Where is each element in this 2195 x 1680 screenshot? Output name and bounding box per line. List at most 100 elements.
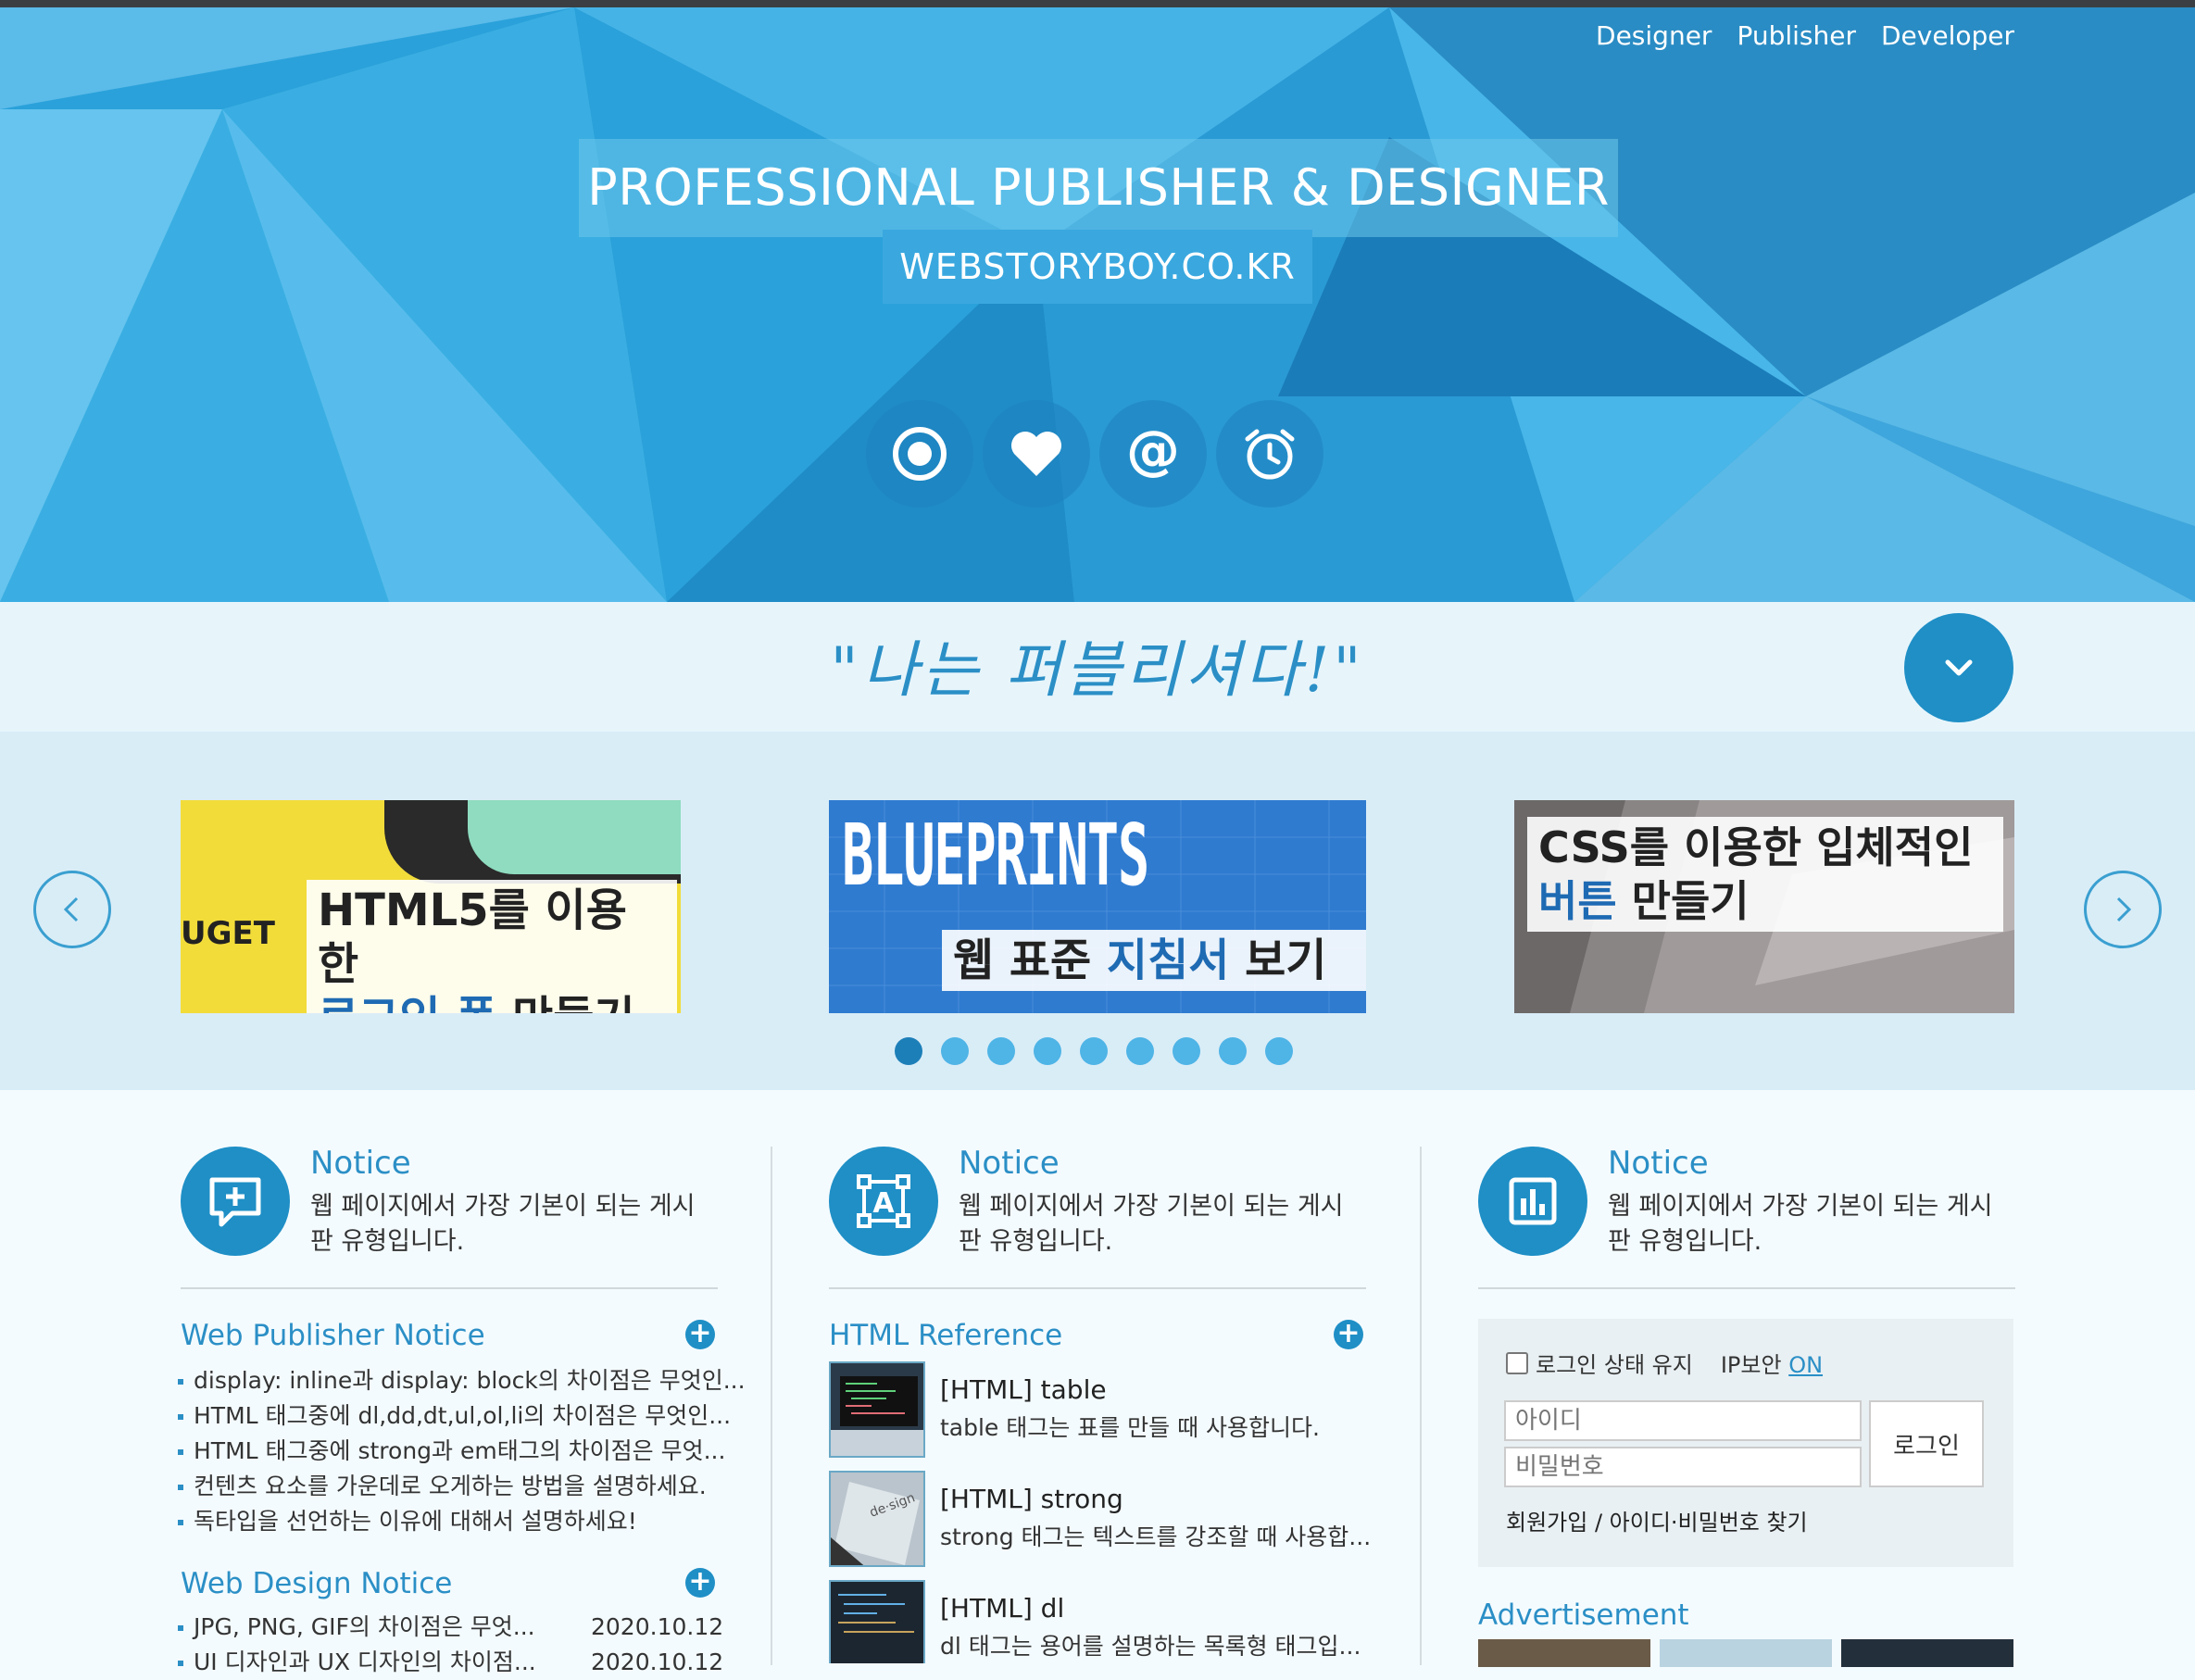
text-select-icon: A — [829, 1147, 938, 1256]
slide-blueprints[interactable]: BLUEPRINTS 웹 표준 지침서 보기 — [829, 800, 1366, 1013]
reference-description: strong 태그는 텍스트를 강조할 때 사용합... — [940, 1523, 1372, 1550]
list-item-date: 2020.10.12 — [591, 1613, 724, 1640]
column-divider — [771, 1147, 772, 1665]
login-box: 로그인 상태 유지 IP보안 ON 로그인 회원가입 / 아이디·비밀번호 찾기 — [1478, 1319, 2013, 1567]
ip-security-label: IP보안 — [1720, 1352, 1782, 1378]
slide-caption: HTML5를 이용한 로그인 폼 만들기 — [307, 880, 677, 1013]
at-icon[interactable]: @ — [1099, 400, 1207, 508]
reference-title: [HTML] table — [940, 1374, 1107, 1405]
column-description: 웹 페이지에서 가장 기본이 되는 게시판 유형입니다. — [310, 1192, 696, 1256]
slide-brand: BLUEPRINTS — [842, 806, 1149, 905]
list-item[interactable]: 컨텐츠 요소를 가운데로 오게하는 방법을 설명하세요. — [178, 1469, 746, 1504]
slogan-text: "나는 퍼블리셔다!" — [830, 634, 1365, 706]
reference-thumbnail — [829, 1580, 925, 1663]
reference-description: table 태그는 표를 만들 때 사용합니다. — [940, 1414, 1320, 1441]
carousel-dot[interactable] — [1219, 1037, 1247, 1065]
carousel-pagination — [895, 1037, 1293, 1065]
html-reference-more-button[interactable]: + — [1334, 1320, 1363, 1349]
slide-caption: 웹 표준 지침서 보기 — [942, 930, 1366, 991]
hero-title: PROFESSIONAL PUBLISHER & DESIGNER — [579, 139, 1618, 237]
reference-title: [HTML] strong — [940, 1484, 1123, 1514]
column-description: 웹 페이지에서 가장 기본이 되는 게시판 유형입니다. — [959, 1192, 1344, 1256]
login-button[interactable]: 로그인 — [1869, 1400, 1984, 1487]
slide-caption-line2: 로그인 폼 만들기 — [318, 991, 666, 1013]
web-design-notice-list: JPG, PNG, GIF의 차이점은 무엇... 2020.10.12 UI 디… — [178, 1610, 723, 1680]
reference-title: [HTML] dl — [940, 1593, 1065, 1624]
list-item[interactable]: UI 디자인과 UX 디자인의 차이점... 2020.10.12 — [178, 1645, 723, 1680]
login-options: 로그인 상태 유지 IP보안 ON — [1506, 1347, 1823, 1379]
list-item[interactable]: HTML 태그중에 strong과 em태그의 차이점은 무엇... — [178, 1434, 746, 1469]
slide-caption-line2: 버튼 만들기 — [1538, 874, 1992, 928]
html-reference-list: [HTML] table table 태그는 표를 만들 때 사용합니다. de… — [829, 1361, 1375, 1663]
slide-caption-rest: 만들기 — [496, 992, 635, 1013]
carousel-dot[interactable] — [1126, 1037, 1154, 1065]
slide-html5-login[interactable]: UGET HTML5를 이용한 로그인 폼 만들기 — [181, 800, 681, 1013]
carousel-next-button[interactable] — [2084, 871, 2162, 948]
carousel-dot[interactable] — [941, 1037, 969, 1065]
carousel-dot[interactable] — [1265, 1037, 1293, 1065]
slide-caption-rest: 만들기 — [1616, 876, 1750, 926]
keep-login-checkbox[interactable] — [1506, 1351, 1528, 1374]
nav-designer[interactable]: Designer — [1596, 20, 1712, 51]
slide-caption-a: 웹 표준 — [953, 934, 1107, 986]
chevron-right-icon — [2116, 896, 2132, 922]
slide-brand: UGET — [181, 915, 275, 952]
reference-thumbnail — [829, 1361, 925, 1458]
list-item[interactable]: display: inline과 display: block의 차이점은 무엇… — [178, 1363, 746, 1398]
nav-developer[interactable]: Developer — [1881, 20, 2014, 51]
list-item-text: UI 디자인과 UX 디자인의 차이점... — [194, 1649, 536, 1675]
carousel-dot[interactable] — [1173, 1037, 1200, 1065]
chevron-down-icon — [1945, 659, 1973, 676]
reference-item[interactable]: [HTML] table table 태그는 표를 만들 때 사용합니다. — [829, 1361, 1375, 1458]
add-comment-icon — [181, 1147, 290, 1256]
carousel-dot[interactable] — [1080, 1037, 1108, 1065]
alarm-clock-icon[interactable] — [1216, 400, 1323, 508]
reference-item[interactable]: [HTML] dl dl 태그는 용어를 설명하는 목록형 태그입... — [829, 1580, 1375, 1663]
hero-icon-row: @ — [866, 400, 1323, 508]
html-reference-title[interactable]: HTML Reference — [829, 1319, 1062, 1352]
web-publisher-notice-title[interactable]: Web Publisher Notice — [181, 1319, 485, 1352]
column-title: Notice — [310, 1145, 411, 1182]
slide-css-buttons[interactable]: CSS를 이용한 입체적인 버튼 만들기 — [1514, 800, 2014, 1013]
carousel-prev-button[interactable] — [33, 871, 111, 948]
list-item[interactable]: HTML 태그중에 dl,dd,dt,ul,ol,li의 차이점은 무엇인... — [178, 1398, 746, 1434]
slide-caption: CSS를 이용한 입체적인 버튼 만들기 — [1527, 817, 2003, 932]
top-navigation: Designer Publisher Developer — [1596, 20, 2014, 51]
column-title: Notice — [1608, 1145, 1709, 1182]
list-item-date: 2020.10.12 — [591, 1649, 724, 1675]
record-icon[interactable] — [866, 400, 973, 508]
slide-caption-line1: CSS를 이용한 입체적인 — [1538, 822, 1974, 872]
reference-item[interactable]: de·sign [HTML] strong strong 태그는 텍스트를 강조… — [829, 1471, 1375, 1567]
reference-description: dl 태그는 용어를 설명하는 목록형 태그입... — [940, 1633, 1361, 1660]
heart-icon[interactable] — [983, 400, 1090, 508]
divider — [829, 1287, 1366, 1289]
user-id-input[interactable] — [1504, 1400, 1862, 1441]
advertisement-title: Advertisement — [1478, 1599, 1689, 1632]
chevron-left-icon — [63, 896, 79, 922]
slide-caption-highlight: 로그인 폼 — [318, 992, 496, 1013]
svg-text:A: A — [872, 1187, 895, 1220]
list-item[interactable]: 독타입을 선언하는 이유에 대해서 설명하세요! — [178, 1504, 746, 1539]
svg-text:@: @ — [1126, 424, 1180, 482]
hero-banner: Designer Publisher Developer — [0, 7, 2195, 602]
carousel-dot[interactable] — [1034, 1037, 1061, 1065]
carousel-dot[interactable] — [895, 1037, 922, 1065]
ip-security-toggle[interactable]: ON — [1788, 1352, 1823, 1378]
password-input[interactable] — [1504, 1447, 1862, 1487]
nav-publisher[interactable]: Publisher — [1737, 20, 1856, 51]
keep-login-label: 로그인 상태 유지 — [1536, 1352, 1693, 1378]
divider — [181, 1287, 718, 1289]
web-publisher-notice-list: display: inline과 display: block의 차이점은 무엇… — [178, 1363, 746, 1539]
slide-caption-b: 보기 — [1229, 934, 1327, 986]
carousel-dot[interactable] — [987, 1037, 1015, 1065]
hero-subtitle: WEBSTORYBOY.CO.KR — [883, 230, 1312, 304]
web-design-notice-title[interactable]: Web Design Notice — [181, 1567, 452, 1600]
slide-caption-line1: HTML5를 이용한 — [318, 884, 627, 990]
account-links[interactable]: 회원가입 / 아이디·비밀번호 찾기 — [1506, 1504, 1808, 1536]
column-description: 웹 페이지에서 가장 기본이 되는 게시판 유형입니다. — [1608, 1192, 1993, 1256]
web-publisher-more-button[interactable]: + — [685, 1320, 715, 1349]
web-design-more-button[interactable]: + — [685, 1568, 715, 1598]
scroll-down-button[interactable] — [1904, 613, 2013, 722]
list-item[interactable]: JPG, PNG, GIF의 차이점은 무엇... 2020.10.12 — [178, 1610, 723, 1645]
column-title: Notice — [959, 1145, 1060, 1182]
